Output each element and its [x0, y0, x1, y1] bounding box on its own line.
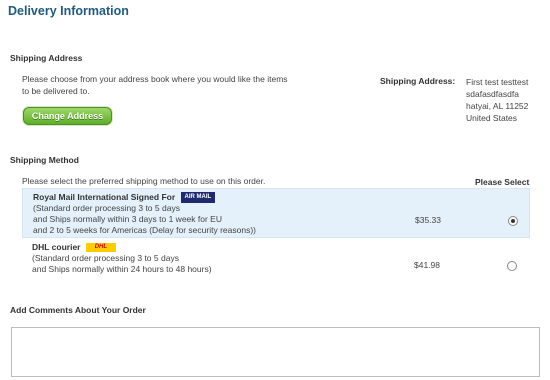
shipping-option-desc-line: and Ships normally within 3 days to 1 we…: [33, 214, 222, 225]
comments-heading: Add Comments About Your Order: [10, 305, 146, 315]
shipping-address-block: First test testtest sdafasdfasdfa hatyai…: [466, 76, 528, 124]
page-title: Delivery Information: [8, 4, 129, 18]
shipping-option-desc-line: (Standard order processing 3 to 5 days: [32, 253, 179, 263]
shipping-method-heading: Shipping Method: [10, 155, 79, 165]
address-line: First test testtest: [466, 77, 529, 87]
shipping-option-price: $35.33: [415, 215, 441, 225]
address-line: hatyai, AL 11252: [466, 101, 529, 111]
shipping-option-royal-mail[interactable]: Royal Mail International Signed For AIR …: [22, 188, 530, 238]
change-address-button[interactable]: Change Address: [23, 107, 112, 125]
shipping-address-label: Shipping Address:: [380, 76, 456, 86]
comments-textarea[interactable]: [11, 327, 540, 377]
address-line: sdafasdfasdfa: [466, 89, 519, 99]
address-line: United States: [466, 113, 518, 123]
shipping-option-desc-line: (Standard order processing 3 to 5 days: [33, 203, 180, 214]
shipping-option-desc-line: and 2 to 5 weeks for Americas (Delay for…: [33, 225, 256, 236]
shipping-option-radio[interactable]: [507, 261, 517, 271]
shipping-method-intro: Please select the preferred shipping met…: [22, 176, 266, 186]
shipping-option-price: $41.98: [414, 260, 440, 270]
shipping-address-intro: Please choose from your address book whe…: [22, 74, 288, 96]
shipping-option-name: Royal Mail International Signed For: [33, 192, 176, 202]
air-mail-logo: AIR MAIL: [180, 192, 216, 204]
shipping-option-name: DHL courier: [32, 242, 81, 252]
shipping-address-heading: Shipping Address: [10, 53, 83, 63]
shipping-option-desc-line: and Ships normally within 24 hours to 48…: [32, 264, 212, 274]
shipping-option-dhl[interactable]: DHL courier DHL (Standard order processi…: [22, 239, 530, 279]
shipping-option-radio[interactable]: [508, 216, 518, 226]
please-select-label: Please Select: [475, 177, 530, 187]
dhl-logo: DHL: [85, 243, 116, 253]
